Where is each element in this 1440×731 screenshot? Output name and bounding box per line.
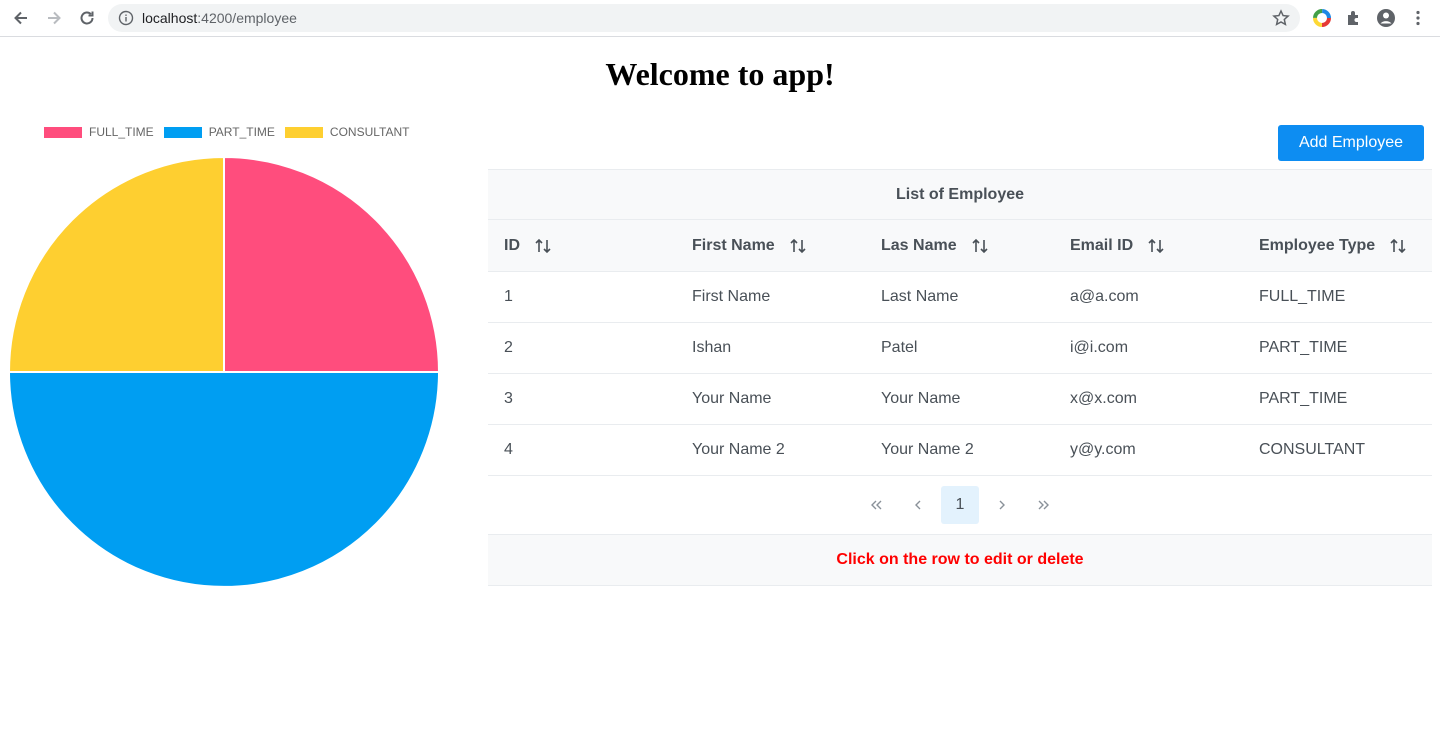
last-page-button[interactable] (1025, 486, 1063, 524)
column-header-id[interactable]: ID (488, 220, 676, 271)
back-button[interactable] (9, 6, 33, 30)
info-icon[interactable] (118, 10, 134, 26)
profile-avatar-icon[interactable] (1375, 7, 1397, 29)
url-text: localhost:4200/employee (142, 10, 297, 26)
double-chevron-right-icon (1038, 500, 1049, 510)
chevron-right-icon (999, 500, 1005, 510)
puzzle-extensions-icon[interactable] (1343, 7, 1365, 29)
cell-id: 3 (504, 390, 513, 407)
first-page-button[interactable] (857, 486, 895, 524)
sort-icon[interactable] (789, 237, 807, 255)
legend-label: PART_TIME (208, 125, 275, 139)
table-row[interactable]: 4 Your Name 2 Your Name 2 y@y.com CONSUL… (488, 425, 1432, 476)
forward-button[interactable] (42, 6, 66, 30)
cell-first-name: Ishan (692, 339, 732, 356)
table-footer-hint: Click on the row to edit or delete (488, 535, 1432, 586)
cell-email: i@i.com (1070, 339, 1129, 356)
cell-first-name: Your Name 2 (692, 441, 785, 458)
arrow-left-icon (14, 11, 27, 25)
chevron-left-icon (915, 500, 921, 510)
column-header-label: Employee Type (1259, 236, 1376, 254)
employee-table: List of Employee ID First Name Las Name … (488, 169, 1432, 586)
column-header-label: Las Name (881, 236, 957, 254)
sort-icon[interactable] (1389, 237, 1407, 255)
add-employee-button[interactable]: Add Employee (1278, 125, 1424, 161)
arrow-right-icon (48, 11, 61, 25)
legend-swatch (44, 126, 82, 138)
legend-item-full-time[interactable]: FULL_TIME (44, 125, 154, 139)
table-row[interactable]: 3 Your Name Your Name x@x.com PART_TIME (488, 374, 1432, 425)
url-path: :4200/employee (197, 10, 297, 26)
star-icon[interactable] (1272, 9, 1290, 27)
prev-page-button[interactable] (899, 486, 937, 524)
sort-icon[interactable] (971, 237, 989, 255)
cell-last-name: Last Name (881, 288, 959, 305)
cell-last-name: Patel (881, 339, 918, 356)
table-header: ID First Name Las Name Email ID Employee… (488, 220, 1432, 272)
address-bar[interactable]: localhost:4200/employee (108, 4, 1300, 32)
cell-employee-type: PART_TIME (1259, 390, 1348, 407)
table-row[interactable]: 2 Ishan Patel i@i.com PART_TIME (488, 323, 1432, 374)
legend-label: CONSULTANT (329, 125, 410, 139)
page-title: Welcome to app! (605, 56, 835, 92)
reload-button[interactable] (75, 6, 99, 30)
pie-slice-full-time[interactable] (223, 156, 440, 373)
column-header-first-name[interactable]: First Name (676, 220, 865, 271)
reload-icon (80, 11, 94, 25)
browser-toolbar: localhost:4200/employee (0, 0, 1440, 37)
paginator: 1 (488, 476, 1432, 535)
next-page-button[interactable] (983, 486, 1021, 524)
chart-legend: FULL_TIME PART_TIME CONSULTANT (44, 125, 419, 139)
sort-icon[interactable] (534, 237, 552, 255)
page-button-current[interactable]: 1 (941, 486, 979, 524)
employee-type-pie-chart (8, 156, 440, 588)
sort-icon[interactable] (1147, 237, 1165, 255)
pie-slice-part-time[interactable] (8, 371, 440, 588)
cell-employee-type: CONSULTANT (1259, 441, 1366, 458)
legend-label: FULL_TIME (89, 125, 154, 139)
column-header-last-name[interactable]: Las Name (865, 220, 1054, 271)
table-caption: List of Employee (488, 169, 1432, 220)
double-chevron-left-icon (871, 500, 882, 510)
kebab-menu-icon[interactable] (1407, 7, 1429, 29)
legend-item-consultant[interactable]: CONSULTANT (284, 125, 410, 139)
cell-first-name: First Name (692, 288, 771, 305)
cell-email: x@x.com (1070, 390, 1137, 407)
cell-last-name: Your Name 2 (881, 441, 974, 458)
cell-id: 2 (504, 339, 513, 356)
cell-email: y@y.com (1070, 441, 1136, 458)
cell-id: 1 (504, 288, 513, 305)
column-header-label: First Name (692, 236, 775, 254)
column-header-employee-type[interactable]: Employee Type (1243, 220, 1432, 271)
cell-email: a@a.com (1070, 288, 1139, 305)
cell-id: 4 (504, 441, 513, 458)
table-row[interactable]: 1 First Name Last Name a@a.com FULL_TIME (488, 272, 1432, 323)
pie-slice-consultant[interactable] (8, 156, 225, 373)
legend-swatch (284, 126, 323, 138)
color-wheel-extension-icon[interactable] (1311, 7, 1333, 29)
legend-item-part-time[interactable]: PART_TIME (163, 125, 275, 139)
legend-swatch (163, 126, 202, 138)
cell-employee-type: FULL_TIME (1259, 288, 1346, 305)
column-header-label: ID (504, 236, 520, 254)
column-header-email[interactable]: Email ID (1054, 220, 1243, 271)
cell-first-name: Your Name (692, 390, 772, 407)
cell-last-name: Your Name (881, 390, 961, 407)
column-header-label: Email ID (1070, 236, 1134, 254)
cell-employee-type: PART_TIME (1259, 339, 1348, 356)
url-host: localhost (142, 10, 198, 26)
